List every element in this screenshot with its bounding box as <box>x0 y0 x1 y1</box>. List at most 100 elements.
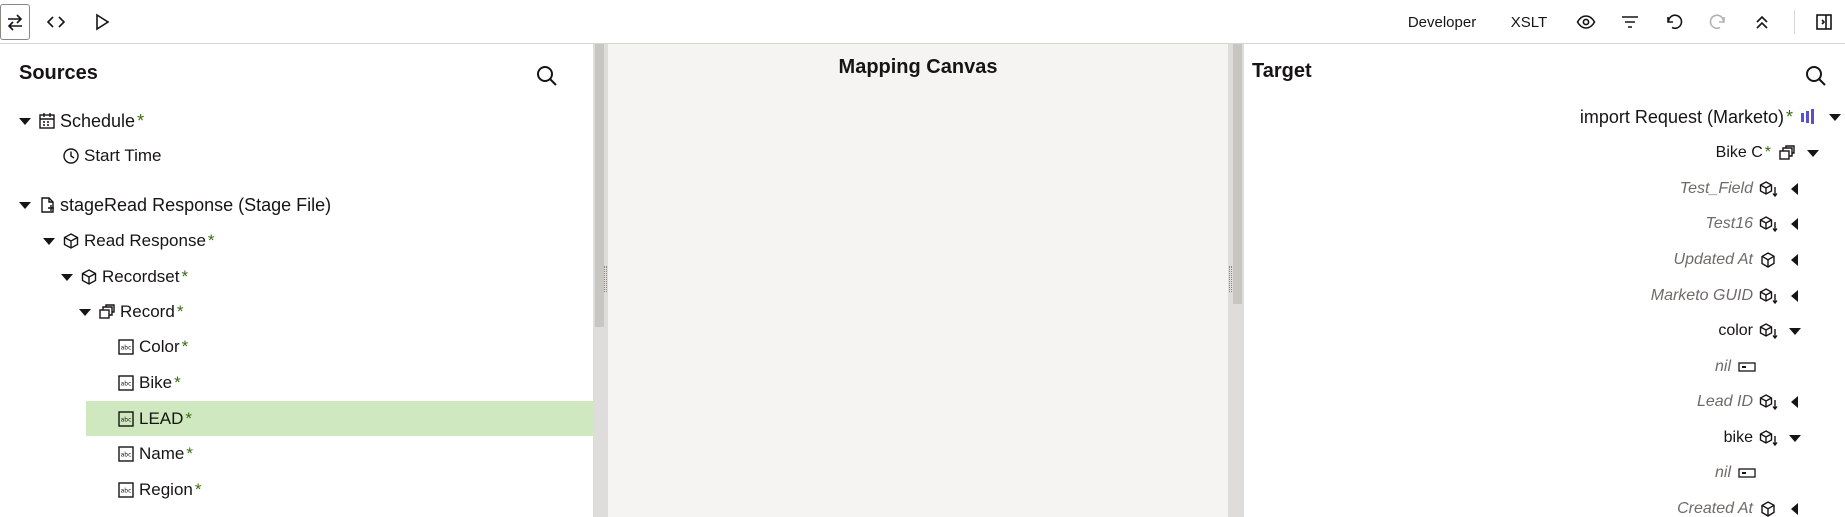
required-marker: * <box>207 231 215 250</box>
marketo-icon <box>1799 108 1819 126</box>
target-node-created-at[interactable]: Created At <box>1677 494 1803 517</box>
cube-sort-icon <box>1759 287 1779 305</box>
text-field-icon: abc <box>117 374 135 392</box>
redo-icon <box>1709 14 1725 29</box>
target-node-label: Created At <box>1677 500 1753 517</box>
tree-node-label: LEAD <box>139 408 184 428</box>
target-node-label: Test_Field <box>1679 180 1753 197</box>
target-node-label: Test16 <box>1705 215 1753 232</box>
target-node-bike[interactable]: bike <box>1724 423 1803 453</box>
chevron-down-icon[interactable] <box>1787 430 1803 446</box>
cube-sort-icon <box>1759 215 1779 233</box>
required-marker: * <box>174 373 181 392</box>
target-node-lead-id[interactable]: Lead ID <box>1697 387 1803 417</box>
swap-panels-button[interactable] <box>0 4 30 40</box>
double-chevron-up-icon <box>1756 15 1768 29</box>
test-run-button[interactable] <box>90 4 114 40</box>
target-node-label: Updated At <box>1673 251 1753 268</box>
sources-scrollbar[interactable] <box>595 44 604 327</box>
chevron-left-icon[interactable] <box>1787 288 1803 304</box>
tree-node-label: Color <box>139 337 180 356</box>
sources-search-button[interactable] <box>535 64 559 88</box>
play-icon <box>96 13 110 31</box>
target-node-marketo-guid[interactable]: Marketo GUID <box>1651 281 1803 311</box>
tree-node-color[interactable]: abc Color * <box>117 332 188 362</box>
splitter-grip-icon[interactable] <box>604 266 607 292</box>
xslt-button[interactable]: XSLT <box>1504 4 1554 40</box>
target-node-test-field[interactable]: Test_Field <box>1680 174 1803 204</box>
required-marker: * <box>185 408 193 428</box>
required-marker: * <box>181 337 189 356</box>
canvas-target-splitter[interactable] <box>1228 44 1244 517</box>
search-icon <box>1806 66 1826 86</box>
target-node-bike-c[interactable]: Bike C * <box>1716 138 1821 168</box>
cube-sort-icon <box>1759 322 1779 340</box>
svg-text:abc: abc <box>121 416 132 423</box>
collapse-all-button[interactable] <box>1750 4 1774 40</box>
text-field-icon: abc <box>117 481 135 499</box>
text-field-icon: abc <box>117 410 135 428</box>
redo-button[interactable] <box>1706 4 1730 40</box>
chevron-left-icon[interactable] <box>1787 252 1803 268</box>
expand-toggle-icon[interactable] <box>18 198 32 212</box>
collection-icon <box>98 303 116 321</box>
expand-toggle-icon[interactable] <box>42 234 56 248</box>
chevron-down-icon[interactable] <box>1827 109 1843 125</box>
toggle-panel-button[interactable] <box>1812 4 1836 40</box>
search-icon <box>537 66 557 86</box>
tree-node-name[interactable]: abc Name * <box>117 439 193 469</box>
swap-arrows-icon <box>7 14 23 31</box>
code-view-button[interactable] <box>44 4 68 40</box>
chevron-left-icon[interactable] <box>1787 181 1803 197</box>
cube-icon <box>62 232 80 250</box>
collection-icon <box>1777 144 1797 162</box>
tree-node-schedule[interactable]: Schedule * <box>18 106 144 136</box>
toolbar-divider <box>1794 10 1795 34</box>
target-panel: Target import Request (Marketo) * Bike C *… <box>1244 44 1845 517</box>
chevron-left-icon[interactable] <box>1787 216 1803 232</box>
target-node-updated-at[interactable]: Updated At <box>1674 245 1803 275</box>
target-title: Target <box>1252 60 1312 82</box>
preview-button[interactable] <box>1574 4 1598 40</box>
undo-icon <box>1667 14 1683 29</box>
cube-sort-icon <box>1759 393 1779 411</box>
tree-node-bike[interactable]: abc Bike * <box>117 368 181 398</box>
tree-node-label: Recordset <box>102 267 180 286</box>
cube-icon <box>1759 500 1779 517</box>
target-node-nil[interactable]: nil <box>1715 352 1757 382</box>
svg-text:abc: abc <box>121 488 132 495</box>
chevron-left-icon[interactable] <box>1787 394 1803 410</box>
sources-canvas-splitter[interactable] <box>593 44 608 517</box>
target-node-nil[interactable]: nil <box>1715 458 1757 488</box>
chevron-down-icon[interactable] <box>1787 323 1803 339</box>
developer-mode-button[interactable]: Developer <box>1400 4 1484 40</box>
expand-toggle-icon[interactable] <box>18 114 32 128</box>
tree-node-recordset[interactable]: Recordset * <box>60 262 188 292</box>
canvas-title: Mapping Canvas <box>838 56 998 78</box>
tree-node-start-time[interactable]: Start Time <box>62 141 161 171</box>
target-node-color[interactable]: color <box>1718 316 1803 346</box>
target-scrollbar[interactable] <box>1233 44 1242 304</box>
undo-button[interactable] <box>1662 4 1686 40</box>
toolbar: Developer XSLT <box>0 0 1845 44</box>
mapping-canvas[interactable]: Mapping Canvas <box>608 44 1228 517</box>
target-node-test16[interactable]: Test16 <box>1706 209 1803 239</box>
tree-node-stageread-response[interactable]: stageRead Response (Stage File) <box>18 190 331 220</box>
tree-node-lead[interactable]: abc LEAD * <box>86 401 593 436</box>
target-node-import-request[interactable]: import Request (Marketo) * <box>1580 102 1843 132</box>
expand-toggle-icon[interactable] <box>78 305 92 319</box>
tree-node-region[interactable]: abc Region * <box>117 475 202 505</box>
chevron-down-icon[interactable] <box>1805 145 1821 161</box>
expand-toggle-icon[interactable] <box>60 270 74 284</box>
target-node-label: color <box>1718 322 1753 339</box>
splitter-grip-icon[interactable] <box>1229 266 1232 292</box>
cube-sort-icon <box>1759 429 1779 447</box>
filter-icon <box>1622 16 1638 28</box>
chevron-left-icon[interactable] <box>1787 501 1803 517</box>
tree-node-read-response[interactable]: Read Response * <box>42 226 215 256</box>
sources-title: Sources <box>19 62 98 84</box>
required-marker: * <box>194 480 202 499</box>
filter-button[interactable] <box>1618 4 1642 40</box>
tree-node-record[interactable]: Record * <box>78 297 183 327</box>
target-search-button[interactable] <box>1804 64 1828 88</box>
